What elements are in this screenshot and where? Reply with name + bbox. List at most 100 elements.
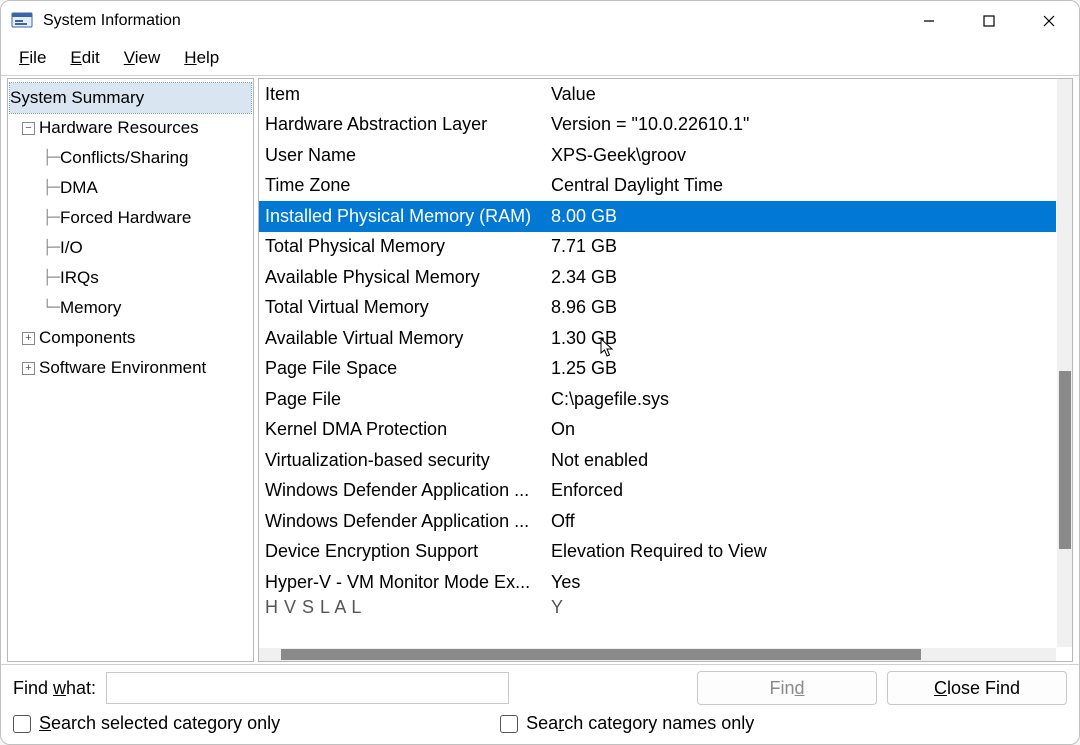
tree-leaf[interactable]: ├─I/O — [10, 233, 251, 263]
list-row[interactable]: Hyper-V - VM Monitor Mode Ex...Yes — [259, 567, 1056, 598]
list-row[interactable]: User NameXPS-Geek\groov — [259, 140, 1056, 171]
menu-bar: File Edit View Help — [1, 41, 1079, 75]
tree-pane[interactable]: System Summary − Hardware Resources ├─Co… — [7, 78, 254, 662]
cell-item: Page File — [265, 389, 551, 410]
title-bar: System Information — [1, 1, 1079, 41]
list-row[interactable]: Kernel DMA ProtectionOn — [259, 415, 1056, 446]
cell-value: C:\pagefile.sys — [551, 389, 1056, 410]
list-row[interactable]: Windows Defender Application ...Enforced — [259, 476, 1056, 507]
scrollbar-thumb[interactable] — [1059, 371, 1071, 549]
tree-node-components[interactable]: + Components — [10, 323, 251, 353]
tree-leaf[interactable]: ├─Conflicts/Sharing — [10, 143, 251, 173]
menu-view[interactable]: View — [112, 44, 173, 72]
list-row[interactable]: Windows Defender Application ...Off — [259, 506, 1056, 537]
cell-value: 1.25 GB — [551, 358, 1056, 379]
cell-item: Available Physical Memory — [265, 267, 551, 288]
horizontal-scrollbar[interactable] — [259, 648, 1056, 661]
list-row[interactable]: Page FileC:\pagefile.sys — [259, 384, 1056, 415]
tree-label: I/O — [60, 238, 83, 258]
cell-value: 1.30 GB — [551, 328, 1056, 349]
column-header-item[interactable]: Item — [265, 84, 551, 105]
cell-item: Installed Physical Memory (RAM) — [265, 206, 551, 227]
tree-leaf[interactable]: ├─DMA — [10, 173, 251, 203]
window-root: System Information File Edit View Help S… — [0, 0, 1080, 745]
cell-value: XPS-Geek\groov — [551, 145, 1056, 166]
vertical-scrollbar[interactable] — [1057, 79, 1072, 647]
cell-value: 7.71 GB — [551, 236, 1056, 257]
expand-icon[interactable]: + — [22, 332, 35, 345]
close-find-button[interactable]: Close Find — [887, 671, 1067, 705]
list-row-partial[interactable]: H V S L A L Y — [259, 598, 1056, 618]
tree-root-system-summary[interactable]: System Summary — [10, 83, 251, 113]
cell-value: 8.00 GB — [551, 206, 1056, 227]
cell-item: User Name — [265, 145, 551, 166]
tree-node-hardware-resources[interactable]: − Hardware Resources — [10, 113, 251, 143]
window-title: System Information — [43, 12, 899, 30]
tree-label: IRQs — [60, 268, 99, 288]
tree-node-software-environment[interactable]: + Software Environment — [10, 353, 251, 383]
menu-edit[interactable]: Edit — [58, 44, 111, 72]
cell-item: Available Virtual Memory — [265, 328, 551, 349]
list-row[interactable]: Installed Physical Memory (RAM)8.00 GB — [259, 201, 1056, 232]
expand-icon[interactable]: + — [22, 362, 35, 375]
cell-value: Yes — [551, 572, 1056, 593]
column-header-value[interactable]: Value — [551, 84, 1056, 105]
scrollbar-thumb[interactable] — [281, 649, 921, 660]
cell-item: Device Encryption Support — [265, 541, 551, 562]
main-split: System Summary − Hardware Resources ├─Co… — [1, 75, 1079, 664]
cell-item: Total Virtual Memory — [265, 297, 551, 318]
cell-value: 8.96 GB — [551, 297, 1056, 318]
list-viewport: Item Value Hardware Abstraction LayerVer… — [259, 79, 1056, 647]
tree-leaf[interactable]: └─Memory — [10, 293, 251, 323]
cell-item: Kernel DMA Protection — [265, 419, 551, 440]
tree-label: Forced Hardware — [60, 208, 191, 228]
cell-item: Windows Defender Application ... — [265, 480, 551, 501]
list-pane[interactable]: Item Value Hardware Abstraction LayerVer… — [258, 78, 1073, 662]
cell-item: Virtualization-based security — [265, 450, 551, 471]
collapse-icon[interactable]: − — [22, 122, 35, 135]
minimize-button[interactable] — [899, 1, 959, 41]
checkbox-search-selected-category[interactable]: Search selected category only — [13, 713, 280, 734]
list-row[interactable]: Virtualization-based securityNot enabled — [259, 445, 1056, 476]
cell-item: Hardware Abstraction Layer — [265, 114, 551, 135]
app-icon — [11, 10, 33, 32]
list-row[interactable]: Hardware Abstraction LayerVersion = "10.… — [259, 110, 1056, 141]
checkbox-icon — [13, 715, 31, 733]
list-row[interactable]: Total Virtual Memory8.96 GB — [259, 293, 1056, 324]
cell-value: Enforced — [551, 480, 1056, 501]
list-row[interactable]: Total Physical Memory7.71 GB — [259, 232, 1056, 263]
tree-label: Software Environment — [39, 358, 206, 378]
window-controls — [899, 1, 1079, 41]
cell-item: Time Zone — [265, 175, 551, 196]
checkbox-icon — [500, 715, 518, 733]
maximize-button[interactable] — [959, 1, 1019, 41]
cell-value: Elevation Required to View — [551, 541, 1056, 562]
find-bar: Find what: Find Close Find Search select… — [1, 664, 1079, 744]
close-button[interactable] — [1019, 1, 1079, 41]
cell-value: Version = "10.0.22610.1" — [551, 114, 1056, 135]
cell-item: Hyper-V - VM Monitor Mode Ex... — [265, 572, 551, 593]
cell-item: Total Physical Memory — [265, 236, 551, 257]
cell-value: Central Daylight Time — [551, 175, 1056, 196]
tree-label: System Summary — [10, 88, 144, 108]
menu-file[interactable]: File — [7, 44, 58, 72]
checkbox-search-category-names[interactable]: Search category names only — [500, 713, 754, 734]
find-button[interactable]: Find — [697, 671, 877, 705]
menu-help[interactable]: Help — [172, 44, 231, 72]
find-label: Find what: — [13, 678, 96, 699]
tree-label: Conflicts/Sharing — [60, 148, 189, 168]
tree-label: Components — [39, 328, 135, 348]
list-row[interactable]: Time ZoneCentral Daylight Time — [259, 171, 1056, 202]
tree-label: Hardware Resources — [39, 118, 199, 138]
tree-label: Memory — [60, 298, 121, 318]
list-row[interactable]: Page File Space1.25 GB — [259, 354, 1056, 385]
tree-label: DMA — [60, 178, 98, 198]
find-input[interactable] — [106, 672, 509, 704]
list-row[interactable]: Available Virtual Memory1.30 GB — [259, 323, 1056, 354]
list-row[interactable]: Device Encryption SupportElevation Requi… — [259, 537, 1056, 568]
list-header-row[interactable]: Item Value — [259, 79, 1056, 110]
list-row[interactable]: Available Physical Memory2.34 GB — [259, 262, 1056, 293]
tree-leaf[interactable]: ├─IRQs — [10, 263, 251, 293]
cell-item: Page File Space — [265, 358, 551, 379]
tree-leaf[interactable]: ├─Forced Hardware — [10, 203, 251, 233]
